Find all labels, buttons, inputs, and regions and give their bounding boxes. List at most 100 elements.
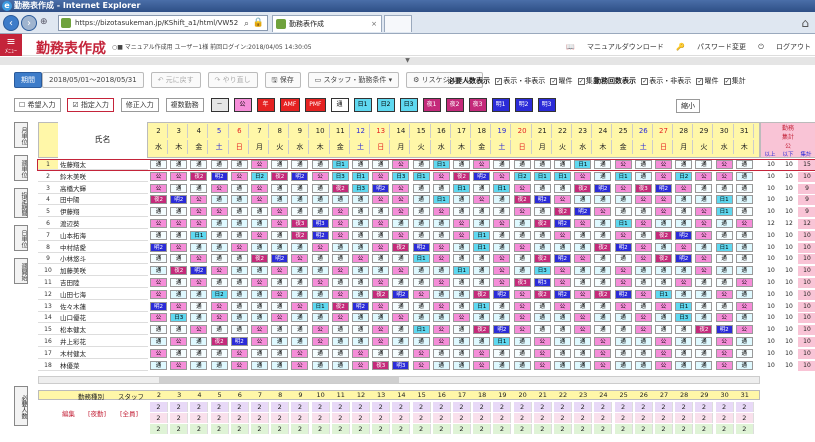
shift-cell[interactable]: 公 [291,348,309,358]
shift-cell[interactable]: 公 [190,325,208,335]
shift-cell[interactable]: 日1 [453,266,470,276]
need-count-cell[interactable]: 2 [695,424,714,434]
shift-cell[interactable]: 公 [412,289,430,299]
shift-cell[interactable]: 公 [695,230,713,240]
shift-cell[interactable]: 公 [614,266,632,276]
shift-cell[interactable]: 通 [574,278,592,287]
shift-cell[interactable]: 日1 [554,171,571,181]
shift-cell[interactable]: 日1 [473,301,491,311]
shift-cell[interactable]: 日3 [331,171,349,181]
shift-cell[interactable]: 通 [170,230,188,240]
need-count-cell[interactable]: 2 [695,413,714,423]
need-count-cell[interactable]: 2 [432,424,451,434]
week-start-button[interactable]: 週開始 [14,258,28,284]
shift-cell[interactable]: 公 [453,230,470,240]
need-count-cell[interactable]: 2 [170,413,189,423]
shift-cell[interactable]: 明2 [655,183,672,193]
home-icon[interactable]: ⌂ [801,16,809,30]
shift-cell[interactable]: 通 [251,289,268,299]
shift-cell[interactable]: 明2 [473,171,491,181]
shift-cell[interactable]: 通 [715,254,733,264]
shift-cell[interactable]: 公 [170,219,188,228]
shift-cell[interactable]: 通 [352,160,369,169]
need-count-cell[interactable]: 2 [453,402,471,412]
shift-cell[interactable]: 通 [493,301,511,311]
shift-cell[interactable]: 公 [170,301,188,311]
table-row[interactable]: 8 中村結愛 明2 公通通公通通通公通通公夜2 明2 公通日1 通公通通通夜2 明2 公通公通日… [38,242,815,253]
shift-cell[interactable]: 公 [634,254,652,264]
need-count-cell[interactable]: 2 [655,402,673,412]
shift-cell[interactable]: 通 [453,254,470,264]
shift-cell[interactable]: 通 [150,325,167,335]
shift-cell[interactable]: 通 [634,207,652,217]
shift-cell[interactable]: 明2 [533,195,551,205]
shift-cell[interactable]: 通 [190,348,208,358]
shift-cell[interactable]: 通 [291,242,309,252]
shift-cell[interactable]: 日1 [715,195,733,205]
shift-cell[interactable]: 公 [513,325,531,335]
shift-cell[interactable]: 通 [392,325,410,335]
table-row[interactable]: 14 山口優花公日3 通公通通公通通公通通公通通公通通公通通公通通公通日3 通公通 10… [38,313,815,324]
shift-cell[interactable]: 通 [412,313,430,323]
need-count-cell[interactable]: 2 [735,402,754,412]
staff-name[interactable]: 吉田陸 [58,278,148,288]
shift-cell[interactable]: 明2 [554,289,571,299]
shift-cell[interactable]: 通 [230,301,248,311]
shift-cell[interactable]: 公 [210,207,228,217]
shift-cell[interactable]: 公 [230,242,248,252]
table-row[interactable]: 16 井上彩花通公通夜2 明2 公通通公通通公通通公通通日1 通公通通公通通公通通公通 1… [38,337,815,347]
shift-cell[interactable]: 公 [493,266,511,276]
legend-4[interactable]: PMF [305,98,326,112]
shift-cell[interactable]: 公 [210,313,228,323]
shift-cell[interactable]: 通 [271,278,289,287]
shift-cell[interactable]: 通 [675,207,693,217]
shift-cell[interactable]: 通 [453,348,470,358]
shift-cell[interactable]: 夜2 [533,289,551,299]
need-count-cell[interactable]: 2 [574,413,593,423]
shift-cell[interactable]: 通 [170,207,188,217]
legend-14[interactable]: 明3 [537,98,556,112]
shift-cell[interactable]: 通 [574,195,592,205]
shift-cell[interactable]: 公 [594,360,612,370]
specify-input-button[interactable]: ☑ 指定入力 [67,98,114,112]
shift-cell[interactable]: 公 [432,254,450,264]
shift-cell[interactable]: 通 [453,337,470,346]
horizontal-scrollbar[interactable] [38,376,760,384]
shift-cell[interactable]: 公 [372,219,390,228]
shift-cell[interactable]: 夜2 [513,195,531,205]
shift-cell[interactable]: 通 [210,160,228,169]
legend-10[interactable]: 夜2 [445,98,464,112]
shift-cell[interactable]: 通 [352,325,369,335]
need-count-cell[interactable]: 2 [271,402,290,412]
shift-cell[interactable]: 夜3 [634,183,652,193]
back-arrow-icon[interactable]: ‹ [3,15,19,31]
shift-cell[interactable]: 通 [432,183,450,193]
shift-cell[interactable]: 通 [634,171,652,181]
shift-cell[interactable]: 公 [634,289,652,299]
need-count-cell[interactable]: 2 [554,402,572,412]
need-count-cell[interactable]: 2 [412,402,431,412]
shift-cell[interactable]: 公 [271,313,289,323]
shift-cell[interactable]: 公 [715,348,733,358]
logout-link[interactable]: ⏻ ログアウト [758,43,811,51]
shift-cell[interactable]: 公 [493,254,511,264]
shift-cell[interactable]: 通 [210,195,228,205]
shift-cell[interactable]: 日1 [432,195,450,205]
scroll-thumb[interactable] [159,377,399,383]
shift-cell[interactable]: 通 [533,313,551,323]
shift-cell[interactable]: 明2 [311,230,329,240]
shift-cell[interactable]: 通 [311,289,329,299]
shift-cell[interactable]: 明2 [614,289,632,299]
shift-cell[interactable]: 通 [453,325,470,335]
shift-cell[interactable]: 公 [513,242,531,252]
shift-cell[interactable]: 公 [735,301,753,311]
shift-cell[interactable]: 通 [230,219,248,228]
shift-cell[interactable]: 通 [493,160,511,169]
shift-cell[interactable]: 通 [190,242,208,252]
shift-cell[interactable]: 通 [453,301,470,311]
shift-cell[interactable]: 通 [655,325,672,335]
need-count-cell[interactable]: 2 [574,402,593,412]
shift-cell[interactable]: 通 [352,242,369,252]
staff-name[interactable]: 山本拓海 [58,231,148,241]
shift-cell[interactable]: 通 [331,254,349,264]
